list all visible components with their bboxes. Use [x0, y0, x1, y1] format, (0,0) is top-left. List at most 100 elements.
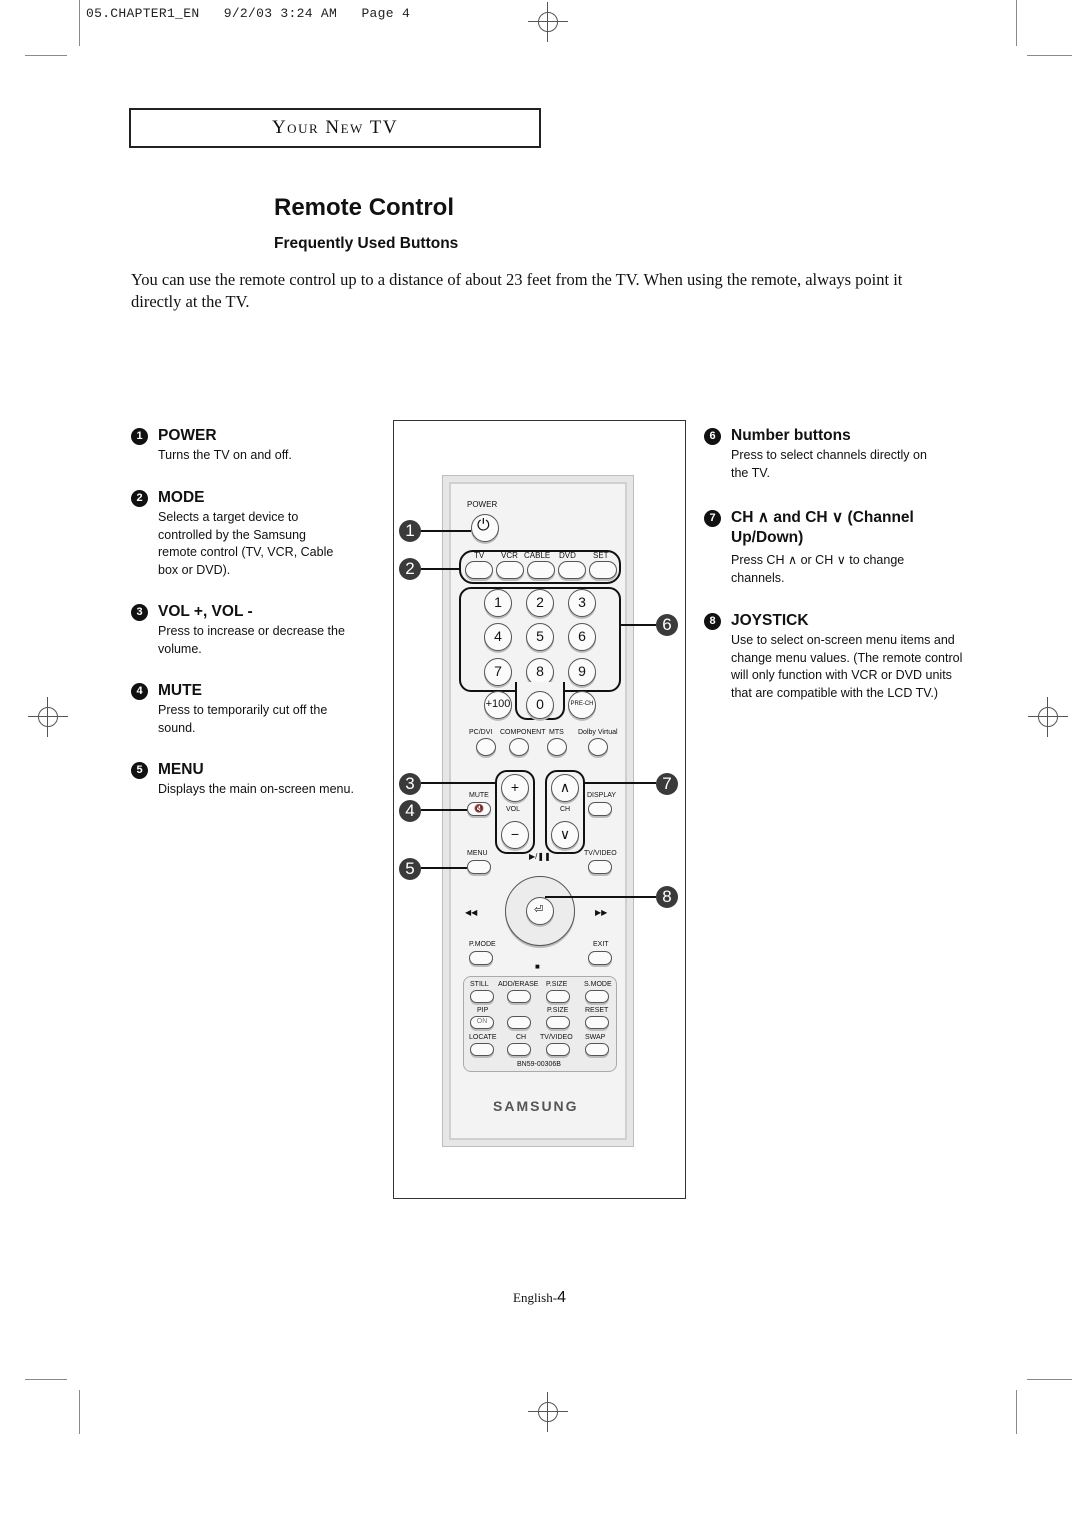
ch-label: CH [560, 806, 571, 813]
number-button[interactable]: 1 [484, 589, 512, 617]
power-icon: ⏻ [477, 517, 490, 534]
number-button[interactable]: 9 [568, 658, 596, 686]
crop-mark [25, 1379, 67, 1380]
number-button[interactable]: 4 [484, 623, 512, 651]
stop-icon: ■ [535, 962, 540, 971]
pip-on-button[interactable]: ON [470, 1016, 494, 1029]
power-button[interactable]: ⏻ [471, 514, 499, 542]
number-button[interactable]: 3 [568, 589, 596, 617]
pip-ch-label: CH [516, 1034, 527, 1041]
callout-line [421, 568, 459, 570]
item-desc: Press to temporarily cut off the sound. [158, 703, 328, 735]
mode-cable-button[interactable] [527, 561, 555, 579]
pcdvi-button[interactable] [476, 738, 496, 756]
plus100-button[interactable]: +100 [484, 691, 512, 719]
psize-button[interactable] [546, 990, 570, 1003]
power-label: POWER [467, 500, 498, 509]
mute-button[interactable]: 🔇 [467, 802, 491, 816]
callout-line [545, 896, 656, 898]
exit-button[interactable] [588, 951, 612, 965]
mode-set-button[interactable] [589, 561, 617, 579]
pmode-button[interactable] [469, 951, 493, 965]
ch-up-button[interactable]: ∧ [551, 774, 579, 802]
brand-logo: SAMSUNG [493, 1098, 579, 1114]
mts-button[interactable] [547, 738, 567, 756]
menu-button[interactable] [467, 860, 491, 874]
display-button[interactable] [588, 802, 612, 816]
fast-forward-icon: ▶▶ [595, 908, 608, 917]
section-title: Your New TV [271, 117, 399, 138]
crop-mark [1016, 1390, 1017, 1434]
item-title: POWER [158, 427, 217, 444]
vol-label: VOL [506, 806, 521, 813]
joystick-center-button[interactable]: ⏎ [526, 897, 554, 925]
ch-down-button[interactable]: ∨ [551, 821, 579, 849]
section-header: Your New TV [129, 108, 541, 148]
callout-7: 7 [656, 773, 678, 795]
number-button[interactable]: 2 [526, 589, 554, 617]
mode-label-set: SET [593, 551, 609, 560]
number-button[interactable]: 6 [568, 623, 596, 651]
mode-label-vcr: VCR [501, 551, 518, 560]
item-number: 2 [131, 490, 148, 507]
number-button[interactable]: 7 [484, 658, 512, 686]
reset-button[interactable] [585, 1016, 609, 1029]
tvvideo2-label: TV/VIDEO [540, 1034, 573, 1041]
adderase-button[interactable] [507, 990, 531, 1003]
tvvideo2-button[interactable] [546, 1043, 570, 1056]
locate-label: LOCATE [469, 1034, 497, 1041]
mute-icon: 🔇 [474, 804, 484, 813]
pip-ch-up-button[interactable] [507, 1016, 531, 1029]
item-desc: Use to select on-screen menu items and c… [731, 633, 963, 700]
mode-tv-button[interactable] [465, 561, 493, 579]
component-label: COMPONENT [500, 729, 546, 736]
intro-paragraph: You can use the remote control up to a d… [131, 270, 903, 311]
mode-dvd-button[interactable] [558, 561, 586, 579]
item-number: 6 [704, 428, 721, 445]
number-button[interactable]: 5 [526, 623, 554, 651]
prech-button[interactable]: PRE-CH [568, 691, 596, 719]
zero-button[interactable]: 0 [526, 691, 554, 719]
callout-line [421, 782, 495, 784]
item-desc: Press to select channels directly on the… [731, 448, 927, 480]
item-number: 3 [131, 604, 148, 621]
plus-icon: + [510, 779, 520, 795]
vol-down-button[interactable]: − [501, 821, 529, 849]
item-menu: 5 MENU Displays the main on-screen menu. [131, 760, 393, 799]
item-number: 8 [704, 613, 721, 630]
tvvideo-button[interactable] [588, 860, 612, 874]
swap-label: SWAP [585, 1034, 606, 1041]
registration-mark [528, 1392, 568, 1432]
vol-up-button[interactable]: + [501, 774, 529, 802]
item-power: 1 POWER Turns the TV on and off. [131, 426, 381, 465]
item-channel: 7 CH ∧ and CH ∨ (Channel Up/Down) Press … [704, 508, 944, 587]
chevron-up-icon: ∧ [559, 779, 571, 795]
footer-prefix: English- [513, 1290, 558, 1305]
callout-line [421, 867, 467, 869]
locate-button[interactable] [470, 1043, 494, 1056]
swap-button[interactable] [585, 1043, 609, 1056]
psize2-button[interactable] [546, 1016, 570, 1029]
crop-mark [1016, 0, 1017, 46]
crop-mark [1027, 55, 1072, 56]
dolby-button[interactable] [588, 738, 608, 756]
pip-ch-down-button[interactable] [507, 1043, 531, 1056]
component-button[interactable] [509, 738, 529, 756]
mode-label-dvd: DVD [559, 551, 576, 560]
callout-1: 1 [399, 520, 421, 542]
item-desc: Selects a target device to controlled by… [158, 510, 334, 577]
model-number: BN59-00306B [517, 1061, 561, 1068]
mode-label-cable: CABLE [524, 551, 551, 560]
smode-button[interactable] [585, 990, 609, 1003]
item-desc: Turns the TV on and off. [158, 448, 292, 462]
mode-vcr-button[interactable] [496, 561, 524, 579]
smode-label: S.MODE [584, 981, 612, 988]
item-volume: 3 VOL +, VOL - Press to increase or decr… [131, 602, 381, 658]
mode-label-tv: TV [474, 551, 485, 560]
callout-3: 3 [399, 773, 421, 795]
item-title: VOL +, VOL - [158, 603, 253, 620]
item-title: JOYSTICK [731, 612, 809, 629]
still-button[interactable] [470, 990, 494, 1003]
crop-mark [1027, 1379, 1072, 1380]
item-title: MUTE [158, 682, 202, 699]
